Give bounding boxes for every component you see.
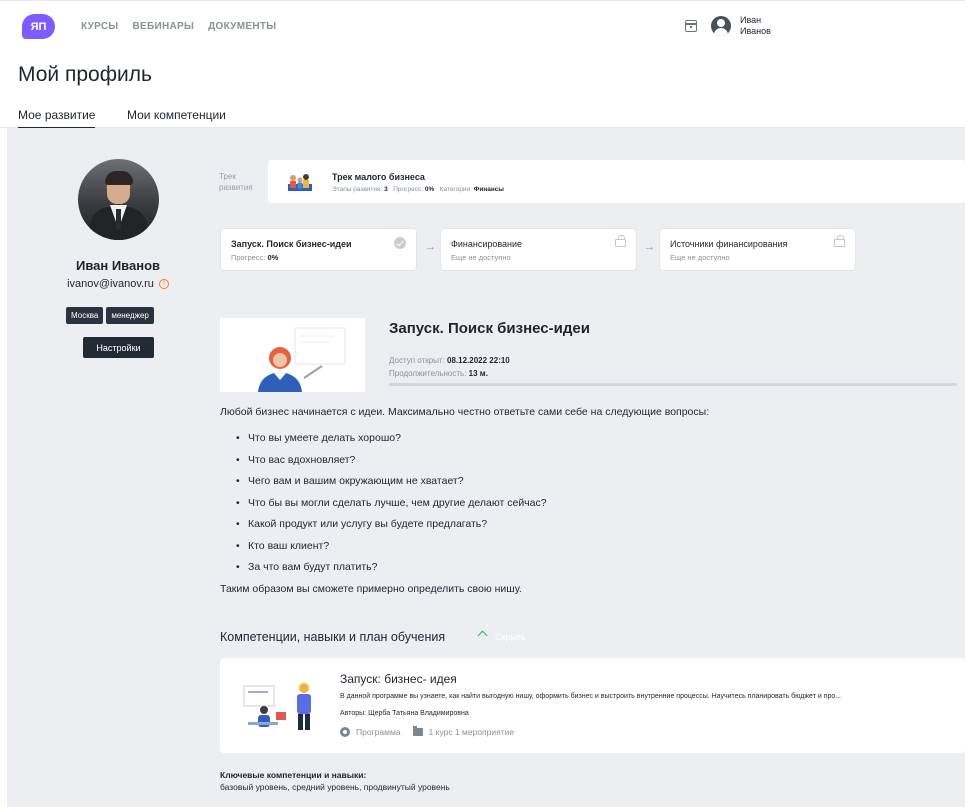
stage-card-2[interactable]: Финансирование Еще не доступно: [440, 228, 637, 271]
logo[interactable]: ЯП: [22, 14, 55, 39]
user-avatar-icon[interactable]: [711, 16, 731, 36]
course-card[interactable]: Запуск: бизнес- идея В данной программе …: [220, 658, 965, 753]
course-illustration: [243, 683, 311, 730]
main-nav: КУРСЫ ВЕБИНАРЫ ДОКУМЕНТЫ: [81, 21, 276, 32]
stage-progress-value: 0%: [267, 253, 279, 262]
list-item: За что вам будут платить?: [236, 561, 547, 583]
user-last-name: Иванов: [740, 26, 771, 36]
nav-courses[interactable]: КУРСЫ: [81, 21, 119, 32]
track-card[interactable]: Трек малого бизнеса Этапы развития: 3 Пр…: [268, 160, 965, 203]
list-item: Что бы вы могли сделать лучше, чем други…: [236, 497, 547, 519]
stage-title: Источники финансирования: [670, 239, 788, 249]
profile-tags: Москва менеджер: [66, 307, 154, 324]
course-title: Запуск: бизнес- идея: [340, 672, 457, 686]
list-item: Что вас вдохновляет?: [236, 454, 547, 476]
tag-city: Москва: [66, 307, 104, 324]
track-title: Трек малого бизнеса: [332, 172, 425, 182]
profile-email-row: ivanov@ivanov.ru !: [18, 278, 218, 290]
track-label: Трек развития: [219, 171, 253, 193]
key-skills-title: Ключевые компетенции и навыки:: [220, 770, 367, 780]
course-authors: Авторы: Щерба Татьяна Владимировна: [340, 710, 469, 717]
stage-title: Финансирование: [451, 239, 523, 249]
profile-email: ivanov@ivanov.ru: [67, 278, 154, 290]
profile-tabs: Мое развитие Мои компетенции: [0, 104, 965, 129]
nav-webinars[interactable]: ВЕБИНАРЫ: [133, 21, 195, 32]
key-skills-values: базовый уровень, средний уровень, продви…: [220, 782, 450, 792]
track-category-value: Финансы: [473, 186, 504, 193]
profile-avatar: [78, 159, 159, 240]
track-progress-value: 0%: [424, 186, 435, 193]
stage-card-1[interactable]: Запуск. Поиск бизнес-идеи Прогресс: 0%: [220, 228, 417, 271]
track-category-label: Категории:: [439, 186, 472, 193]
track-label-line1: Трек: [219, 172, 236, 181]
course-description: В данной программе вы узнаете, как найти…: [340, 693, 842, 700]
lesson-progress-bar: [389, 383, 957, 386]
access-value: 08.12.2022 22:10: [447, 356, 510, 365]
program-icon: [340, 727, 350, 737]
hide-toggle[interactable]: Скрыть: [495, 632, 526, 642]
stage-card-3[interactable]: Источники финансирования Еще не доступно: [659, 228, 856, 271]
outro-text: Таким образом вы сможете примерно опреде…: [220, 583, 522, 595]
list-item: Что вы умеете делать хорошо?: [236, 432, 547, 454]
lock-icon: [615, 235, 626, 247]
folder-icon: [412, 726, 423, 736]
duration-value: 13 м.: [468, 369, 488, 378]
stage-title: Запуск. Поиск бизнес-идеи: [231, 239, 352, 249]
track-illustration: [288, 174, 312, 191]
profile-name: Иван Иванов: [75, 258, 161, 273]
tab-my-competencies[interactable]: Мои компетенции: [127, 108, 226, 122]
lesson-title: Запуск. Поиск бизнес-идеи: [389, 320, 590, 337]
stage-status: Прогресс: 0%: [231, 253, 278, 262]
page-title: Мой профиль: [18, 63, 152, 86]
list-item: Чего вам и вашим окружающим не хватает?: [236, 475, 547, 497]
lock-icon: [834, 235, 845, 247]
nav-documents[interactable]: ДОКУМЕНТЫ: [208, 21, 276, 32]
list-item: Кто ваш клиент?: [236, 540, 547, 562]
track-stages-label: Этапы развития:: [332, 186, 383, 193]
settings-button[interactable]: Настройки: [83, 337, 154, 358]
course-tags: Программа 1 курс 1 мероприятие: [340, 726, 515, 737]
user-menu[interactable]: Иван Иванов: [740, 15, 771, 37]
stage-status: Еще не доступно: [670, 253, 730, 262]
intro-text: Любой бизнес начинается с идеи. Максимал…: [220, 406, 710, 418]
calendar-icon[interactable]: [685, 20, 697, 32]
stage-progress-label: Прогресс:: [231, 253, 266, 262]
stage-status: Еще не доступно: [451, 253, 511, 262]
arrow-right-icon: →: [425, 241, 436, 253]
lesson-illustration: [220, 318, 365, 392]
course-type: Программа: [356, 727, 401, 737]
top-bar: ЯП КУРСЫ ВЕБИНАРЫ ДОКУМЕНТЫ Иван Иванов: [0, 0, 965, 52]
course-count: 1 курс 1 мероприятие: [428, 727, 515, 737]
list-item: Какой продукт или услугу вы будете предл…: [236, 518, 547, 540]
access-label: Доступ открыт:: [389, 356, 445, 365]
check-icon: [394, 237, 406, 249]
track-meta: Этапы развития: 3 Прогресс: 0% Категории…: [332, 186, 504, 193]
track-progress-label: Прогресс:: [393, 186, 424, 193]
tag-role: менеджер: [106, 307, 154, 324]
warning-icon[interactable]: !: [158, 279, 169, 290]
competencies-heading: Компетенции, навыки и план обучения: [220, 630, 446, 644]
tab-my-development[interactable]: Мое развитие: [18, 108, 96, 129]
arrow-right-icon: →: [644, 241, 655, 253]
lesson-meta: Доступ открыт: 08.12.2022 22:10 Продолжи…: [389, 354, 510, 380]
question-list: Что вы умеете делать хорошо? Что вас вдо…: [236, 432, 547, 583]
duration-label: Продолжительность:: [389, 369, 467, 378]
user-first-name: Иван: [740, 15, 762, 25]
track-label-line2: развития: [219, 183, 253, 192]
track-stages-value: 3: [384, 186, 388, 193]
